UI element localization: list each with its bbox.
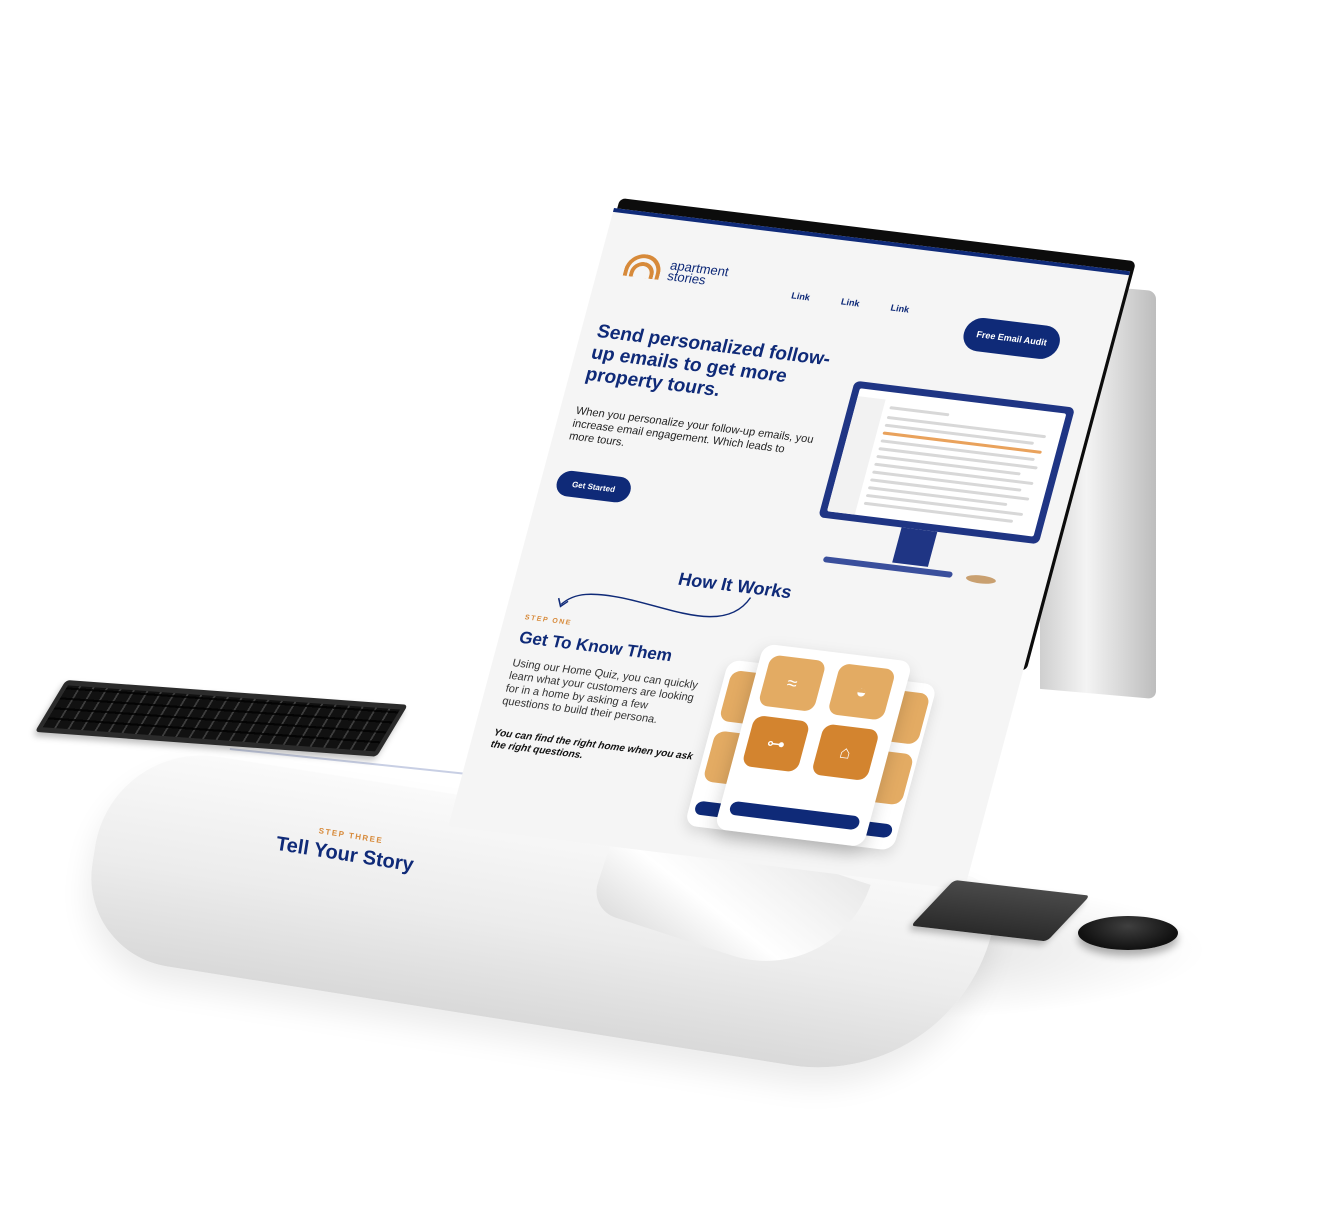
desktop-stand xyxy=(892,527,938,567)
brand-logo[interactable]: apartment stories xyxy=(622,252,731,288)
website-page: apartment stories Link Link Link Free Em… xyxy=(448,208,1131,890)
mockup-scene: apartment stories Link Link Link Free Em… xyxy=(0,0,1343,1210)
free-email-audit-button[interactable]: Free Email Audit xyxy=(959,316,1064,361)
step-one-emphasis: You can find the right home when you ask… xyxy=(489,727,695,763)
garage-icon[interactable]: ⌂ xyxy=(810,723,881,782)
step-one-body: Using our Home Quiz, you can quickly lea… xyxy=(500,657,700,726)
pool-icon[interactable]: ◒ xyxy=(827,663,897,721)
nav-link-2[interactable]: Link xyxy=(840,297,861,309)
nav-link-1[interactable]: Link xyxy=(790,290,811,302)
logo-text: apartment stories xyxy=(666,257,731,288)
desktop-mouse-illustration xyxy=(964,573,997,586)
desktop-keyboard-illustration xyxy=(822,556,954,578)
dumbbell-icon[interactable]: ⊶ xyxy=(741,714,811,773)
keyboard xyxy=(34,680,408,757)
nav-link-3[interactable]: Link xyxy=(889,303,910,315)
waves-icon[interactable]: ≈ xyxy=(757,654,827,713)
hero-body: When you personalize your follow-up emai… xyxy=(567,405,815,456)
email-app-screenshot xyxy=(826,388,1067,537)
hero-title: Send personalized follow-up emails to ge… xyxy=(583,321,833,402)
step-one-label: STEP ONE xyxy=(523,614,573,627)
get-started-button[interactable]: Get Started xyxy=(553,469,634,504)
mouse xyxy=(1078,916,1178,950)
logo-arches-icon xyxy=(622,252,665,280)
desktop-illustration xyxy=(818,380,1076,545)
quiz-continue-bar[interactable] xyxy=(728,800,861,831)
